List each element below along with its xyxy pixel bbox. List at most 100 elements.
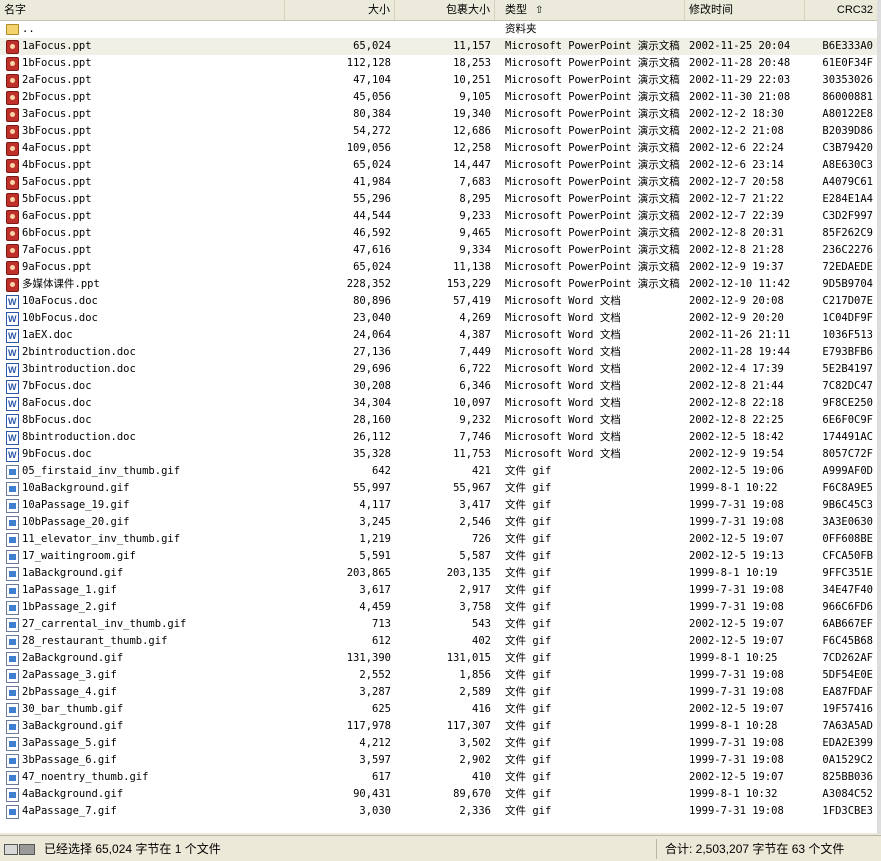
file-row[interactable]: 4aFocus.ppt 109,056 12,258 Microsoft PowerP… [0,140,877,157]
file-row[interactable]: 28_restaurant_thumb.gif 612 402 文件 gif 2002-… [0,633,877,650]
file-row[interactable]: 2bintroduction.doc 27,136 7,449 Microsoft W… [0,344,877,361]
file-row[interactable]: 6bFocus.ppt 46,592 9,465 Microsoft PowerPoi… [0,225,877,242]
column-header-modified[interactable]: 修改时间 [685,0,805,20]
file-row[interactable]: 3aPassage_5.gif 4,212 3,502 文件 gif 1999-7-31… [0,735,877,752]
file-type: 文件 gif [505,482,552,494]
column-header-modified-label: 修改时间 [689,4,733,16]
file-size: 4,212 [359,737,391,749]
file-row[interactable]: 1bPassage_2.gif 4,459 3,758 文件 gif 1999-7-31… [0,599,877,616]
file-row[interactable]: 30_bar_thumb.gif 625 416 文件 gif 2002-12-5 19… [0,701,877,718]
file-row[interactable]: 10aBackground.gif 55,997 55,967 文件 gif 1999-… [0,480,877,497]
file-type: Microsoft PowerPoint 演示文稿 [505,91,680,103]
file-packed-size: 57,419 [453,295,491,307]
file-row[interactable]: 7aFocus.ppt 47,616 9,334 Microsoft PowerPoi… [0,242,877,259]
file-name: 5bFocus.ppt [22,193,92,205]
file-name-cell: 10aFocus.doc [0,293,285,310]
file-size: 55,997 [353,482,391,494]
file-name: 1bPassage_2.gif [22,601,117,613]
file-row[interactable]: 3aBackground.gif 117,978 117,307 文件 gif 1999… [0,718,877,735]
file-row[interactable]: 3bFocus.ppt 54,272 12,686 Microsoft PowerPo… [0,123,877,140]
file-modified: 2002-11-28 19:44 [689,346,791,358]
powerpoint-file-icon [6,277,19,292]
file-modified: 2002-11-25 20:04 [689,40,791,52]
column-header-crc[interactable]: CRC32 [805,0,877,20]
file-row[interactable]: 1aPassage_1.gif 3,617 2,917 文件 gif 1999-7-31… [0,582,877,599]
file-row[interactable]: 8bFocus.doc 28,160 9,232 Microsoft Word 文档 2… [0,412,877,429]
disk-icon [4,842,38,855]
file-crc [805,21,877,38]
file-list[interactable]: .. 资料夹 1aFocus.ppt 65,024 11,157 Microsoft Po… [0,21,877,833]
image-file-icon [6,583,19,598]
file-row[interactable]: 4bFocus.ppt 65,024 14,447 Microsoft PowerPo… [0,157,877,174]
file-name: 10bPassage_20.gif [22,516,130,528]
file-row[interactable]: 11_elevator_inv_thumb.gif 1,219 726 文件 gif 2… [0,531,877,548]
file-row[interactable]: 2aPassage_3.gif 2,552 1,856 文件 gif 1999-7-31… [0,667,877,684]
file-type: Microsoft Word 文档 [505,431,621,443]
file-row[interactable]: 3aFocus.ppt 80,384 19,340 Microsoft PowerPo… [0,106,877,123]
file-row[interactable]: 4aBackground.gif 90,431 89,670 文件 gif 1999-8… [0,786,877,803]
file-size: 1,219 [359,533,391,545]
file-row[interactable]: 多媒体课件.ppt 228,352 153,229 Microsoft PowerPo… [0,276,877,293]
file-row[interactable]: 47_noentry_thumb.gif 617 410 文件 gif 2002-12-… [0,769,877,786]
file-row[interactable]: 4aPassage_7.gif 3,030 2,336 文件 gif 1999-7-31… [0,803,877,820]
file-crc: E793BFB6 [822,346,873,358]
column-header-bar: 名字 大小 包裹大小 类型 ⇧ 修改时间 CRC32 [0,0,877,21]
file-crc: 9D5B9704 [822,278,873,290]
file-name: 05_firstaid_inv_thumb.gif [22,465,181,477]
file-size: 41,984 [353,176,391,188]
file-row[interactable]: 10bPassage_20.gif 3,245 2,546 文件 gif 1999-7-… [0,514,877,531]
file-row[interactable]: 27_carrental_inv_thumb.gif 713 543 文件 gif 20… [0,616,877,633]
column-header-size[interactable]: 大小 [285,0,395,20]
file-modified: 2002-12-8 20:31 [689,227,784,239]
file-row[interactable]: 8bintroduction.doc 26,112 7,746 Microsoft W… [0,429,877,446]
file-name: 多媒体课件.ppt [22,278,100,290]
file-packed-size: 2,546 [459,516,491,528]
file-size: 3,245 [359,516,391,528]
file-row[interactable]: 9bFocus.doc 35,328 11,753 Microsoft Word 文档… [0,446,877,463]
file-row[interactable]: 7bFocus.doc 30,208 6,346 Microsoft Word 文档 2… [0,378,877,395]
file-row[interactable]: 9aFocus.ppt 65,024 11,138 Microsoft PowerPo… [0,259,877,276]
file-row[interactable]: .. 资料夹 [0,21,877,38]
file-row[interactable]: 3bPassage_6.gif 3,597 2,902 文件 gif 1999-7-31… [0,752,877,769]
file-row[interactable]: 1bFocus.ppt 112,128 18,253 Microsoft PowerP… [0,55,877,72]
file-row[interactable]: 1aBackground.gif 203,865 203,135 文件 gif 1999… [0,565,877,582]
image-file-icon [6,736,19,751]
file-row[interactable]: 10bFocus.doc 23,040 4,269 Microsoft Word 文档… [0,310,877,327]
file-type: Microsoft PowerPoint 演示文稿 [505,244,680,256]
file-type: 文件 gif [505,516,552,528]
file-type: 文件 gif [505,601,552,613]
file-row[interactable]: 3bintroduction.doc 29,696 6,722 Microsoft W… [0,361,877,378]
file-row[interactable]: 10aFocus.doc 80,896 57,419 Microsoft Word 文… [0,293,877,310]
file-row[interactable]: 2aBackground.gif 131,390 131,015 文件 gif 1999… [0,650,877,667]
file-crc: EDA2E399 [822,737,873,749]
file-row[interactable]: 6aFocus.ppt 44,544 9,233 Microsoft PowerPoi… [0,208,877,225]
file-row[interactable]: 1aFocus.ppt 65,024 11,157 Microsoft PowerPo… [0,38,877,55]
file-row[interactable]: 05_firstaid_inv_thumb.gif 642 421 文件 gif 200… [0,463,877,480]
file-row[interactable]: 2bPassage_4.gif 3,287 2,589 文件 gif 1999-7-31… [0,684,877,701]
file-name: 4aPassage_7.gif [22,805,117,817]
file-packed-size: 2,336 [459,805,491,817]
file-packed-size: 9,465 [459,227,491,239]
file-row[interactable]: 5aFocus.ppt 41,984 7,683 Microsoft PowerPoi… [0,174,877,191]
file-row[interactable]: 2bFocus.ppt 45,056 9,105 Microsoft PowerPoi… [0,89,877,106]
file-row[interactable]: 10aPassage_19.gif 4,117 3,417 文件 gif 1999-7-… [0,497,877,514]
powerpoint-file-icon [6,56,19,71]
column-header-name[interactable]: 名字 [0,0,285,20]
file-packed-size: 12,258 [453,142,491,154]
column-header-type[interactable]: 类型 ⇧ [495,0,685,20]
file-type: Microsoft Word 文档 [505,295,621,307]
file-packed-size: 2,917 [459,584,491,596]
file-row[interactable]: 2aFocus.ppt 47,104 10,251 Microsoft PowerPo… [0,72,877,89]
file-crc: A999AF0D [822,465,873,477]
vertical-scrollbar[interactable] [877,0,881,834]
column-header-name-label: 名字 [4,4,26,16]
file-packed-size [395,21,495,38]
column-header-packed[interactable]: 包裹大小 [395,0,495,20]
file-packed-size: 55,967 [453,482,491,494]
file-row[interactable]: 8aFocus.doc 34,304 10,097 Microsoft Word 文档… [0,395,877,412]
file-name-cell: 1bPassage_2.gif [0,599,285,616]
file-modified: 2002-12-8 22:25 [689,414,784,426]
file-row[interactable]: 5bFocus.ppt 55,296 8,295 Microsoft PowerPoi… [0,191,877,208]
file-row[interactable]: 1aEX.doc 24,064 4,387 Microsoft Word 文档 2002… [0,327,877,344]
file-row[interactable]: 17_waitingroom.gif 5,591 5,587 文件 gif 2002-1… [0,548,877,565]
